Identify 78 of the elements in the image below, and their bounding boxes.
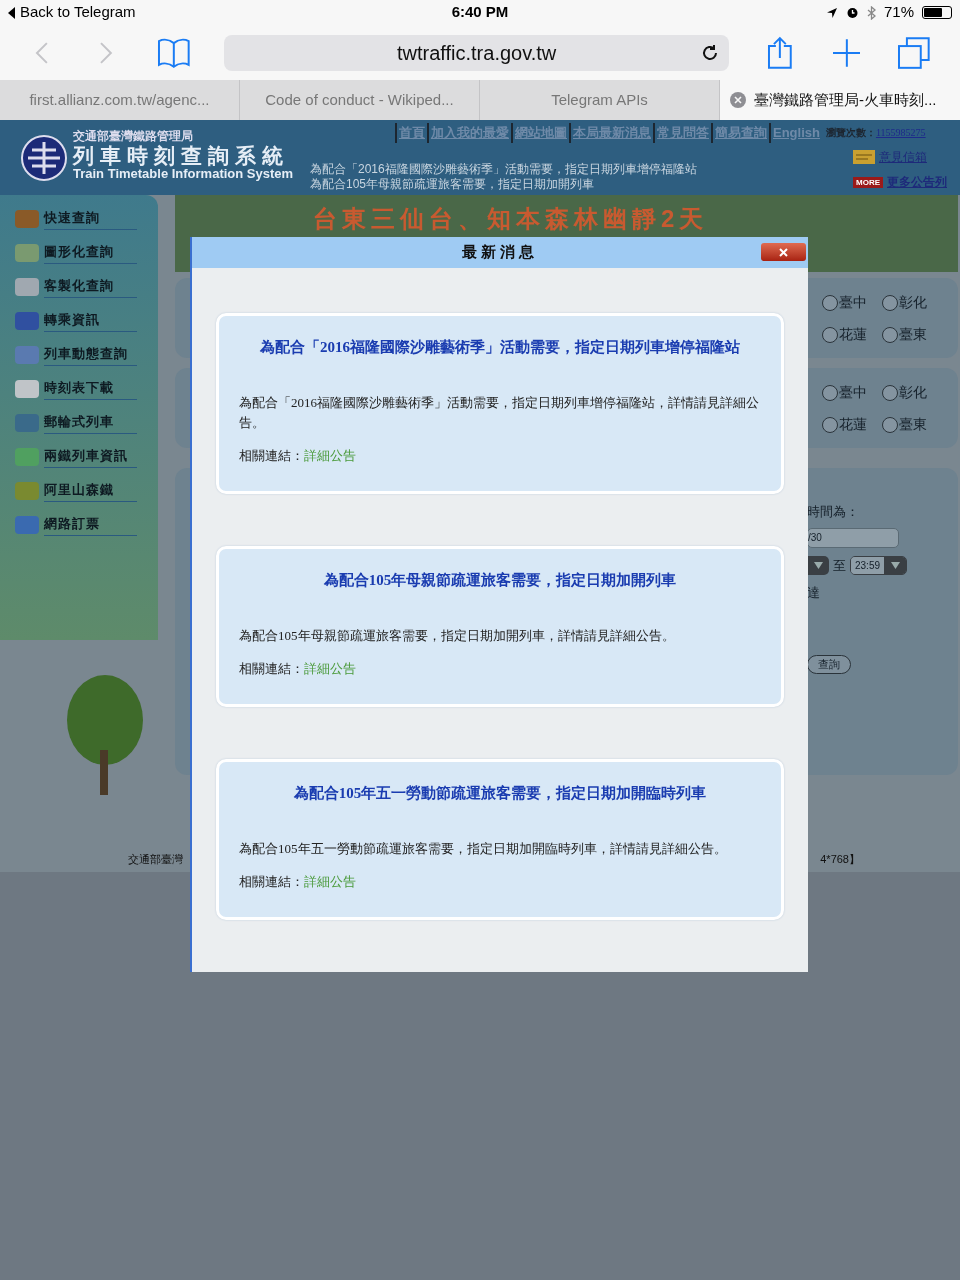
details-link[interactable]: 詳細公告 — [304, 658, 356, 678]
radio-label: 花蓮 — [839, 415, 867, 434]
sidebar-menu-item[interactable]: 郵輪式列車 — [44, 412, 137, 434]
envelope-icon — [853, 150, 875, 164]
news-body: 為配合105年母親節疏運旅客需要，指定日期加開列車，詳情請見詳細公告。 — [239, 626, 676, 645]
address-bar[interactable]: twtraffic.tra.gov.tw — [224, 34, 729, 71]
details-link[interactable]: 詳細公告 — [304, 871, 356, 891]
related-links-label: 相關連結： — [239, 659, 304, 678]
caret-down-icon — [813, 561, 823, 569]
sidebar-menu-item[interactable]: 時刻表下載 — [44, 378, 137, 400]
railway-logo-icon — [20, 134, 68, 182]
share-icon[interactable] — [766, 35, 793, 70]
site-title: 列車時刻查詢系統 — [73, 145, 290, 166]
site-subtitle: Train Timetable Information System — [73, 167, 294, 180]
close-tab-icon[interactable] — [730, 92, 746, 108]
radio-label: 臺東 — [899, 325, 927, 344]
time-label: 時間為： — [807, 503, 860, 521]
radio-label: 臺中 — [839, 293, 867, 312]
sidebar-menu-item[interactable]: 圖形化查詢 — [44, 242, 137, 264]
more-badge: MORE — [853, 176, 883, 188]
close-icon — [779, 247, 788, 257]
sidebar-menu-item[interactable]: 阿里山森鐵 — [44, 480, 137, 502]
location-arrow-icon — [825, 6, 838, 19]
sidebar-menu-item[interactable]: 轉乘資訊 — [44, 310, 137, 332]
end-time-select[interactable]: 23:59 — [850, 555, 908, 575]
radio-label: 臺東 — [899, 415, 927, 434]
sidebar-menu-item[interactable]: 兩鐵列車資訊 — [44, 446, 137, 468]
radio-button[interactable] — [822, 416, 838, 433]
radio-button[interactable] — [822, 384, 838, 401]
dropdown-arrow-button[interactable] — [807, 555, 829, 575]
radio-label: 花蓮 — [839, 325, 867, 344]
battery-icon — [922, 6, 952, 19]
footer-text: 交通部臺灣 — [128, 852, 183, 867]
caret-down-icon — [890, 561, 900, 569]
date-field[interactable]: /30 — [807, 527, 899, 548]
alarm-clock-icon — [845, 6, 859, 19]
details-link[interactable]: 詳細公告 — [304, 445, 356, 465]
back-arrow-icon — [8, 6, 16, 19]
arrive-label: 達 — [807, 584, 821, 602]
news-title[interactable]: 為配合105年五一勞動節疏運旅客需要，指定日期加開臨時列車 — [239, 782, 761, 805]
ticker-announcement[interactable]: 為配合「2016福隆國際沙雕藝術季」活動需要，指定日期列車增停福隆站 — [310, 162, 697, 177]
battery-percentage: 71% — [883, 2, 914, 23]
bluetooth-icon — [866, 5, 876, 20]
sidebar-menu-item[interactable]: 客製化查詢 — [44, 276, 137, 298]
radio-label: 臺中 — [839, 383, 867, 402]
radio-button[interactable] — [822, 294, 838, 311]
ticker-announcement[interactable]: 為配合105年母親節疏運旅客需要，指定日期加開列車 — [310, 177, 697, 192]
footer-resolution-text: 4*768】 — [820, 852, 860, 867]
sidebar-menu-item[interactable]: 網路訂票 — [44, 514, 137, 536]
back-to-app-link[interactable]: Back to Telegram — [20, 1, 136, 24]
tabs-overview-icon[interactable] — [898, 36, 930, 69]
related-links-label: 相關連結： — [239, 872, 304, 891]
organization-name: 交通部臺灣鐵路管理局 — [73, 130, 194, 142]
clock-time: 6:40 PM — [451, 2, 509, 23]
radio-button[interactable] — [882, 294, 898, 311]
news-body: 為配合「2016福隆國際沙雕藝術季」活動需要，指定日期列車增停福隆站，詳情請見詳細公告。 — [239, 393, 760, 432]
radio-button[interactable] — [822, 326, 838, 343]
sidebar-menu-item[interactable]: 列車動態查詢 — [44, 344, 137, 366]
banner-title: 台東三仙台、知本森林幽靜2天 — [313, 204, 709, 234]
radio-label: 彰化 — [899, 293, 927, 312]
close-button[interactable] — [761, 243, 806, 261]
bookmarks-book-icon[interactable] — [156, 37, 191, 68]
search-button[interactable]: 查詢 — [807, 654, 851, 674]
sidebar-menu-item[interactable]: 快速查詢 — [44, 208, 137, 230]
news-title[interactable]: 為配合「2016福隆國際沙雕藝術季」活動需要，指定日期列車增停福隆站 — [239, 336, 761, 359]
to-label: 至 — [833, 556, 846, 575]
visit-count-label: 瀏覽次數： — [825, 126, 876, 141]
radio-button[interactable] — [882, 384, 898, 401]
dialog-title: 最新消息 — [462, 242, 538, 263]
radio-label: 彰化 — [899, 383, 927, 402]
reload-icon[interactable] — [700, 43, 719, 62]
radio-button[interactable] — [882, 326, 898, 343]
new-tab-plus-icon[interactable] — [832, 38, 861, 67]
browser-tab[interactable]: 臺灣鐵路管理局-火車時刻... — [720, 80, 960, 120]
related-links-label: 相關連結： — [239, 446, 304, 465]
news-title[interactable]: 為配合105年母親節疏運旅客需要，指定日期加開列車 — [239, 569, 761, 592]
radio-button[interactable] — [882, 416, 898, 433]
news-body: 為配合105年五一勞動節疏運旅客需要，指定日期加開臨時列車，詳情請見詳細公告。 — [239, 839, 728, 858]
